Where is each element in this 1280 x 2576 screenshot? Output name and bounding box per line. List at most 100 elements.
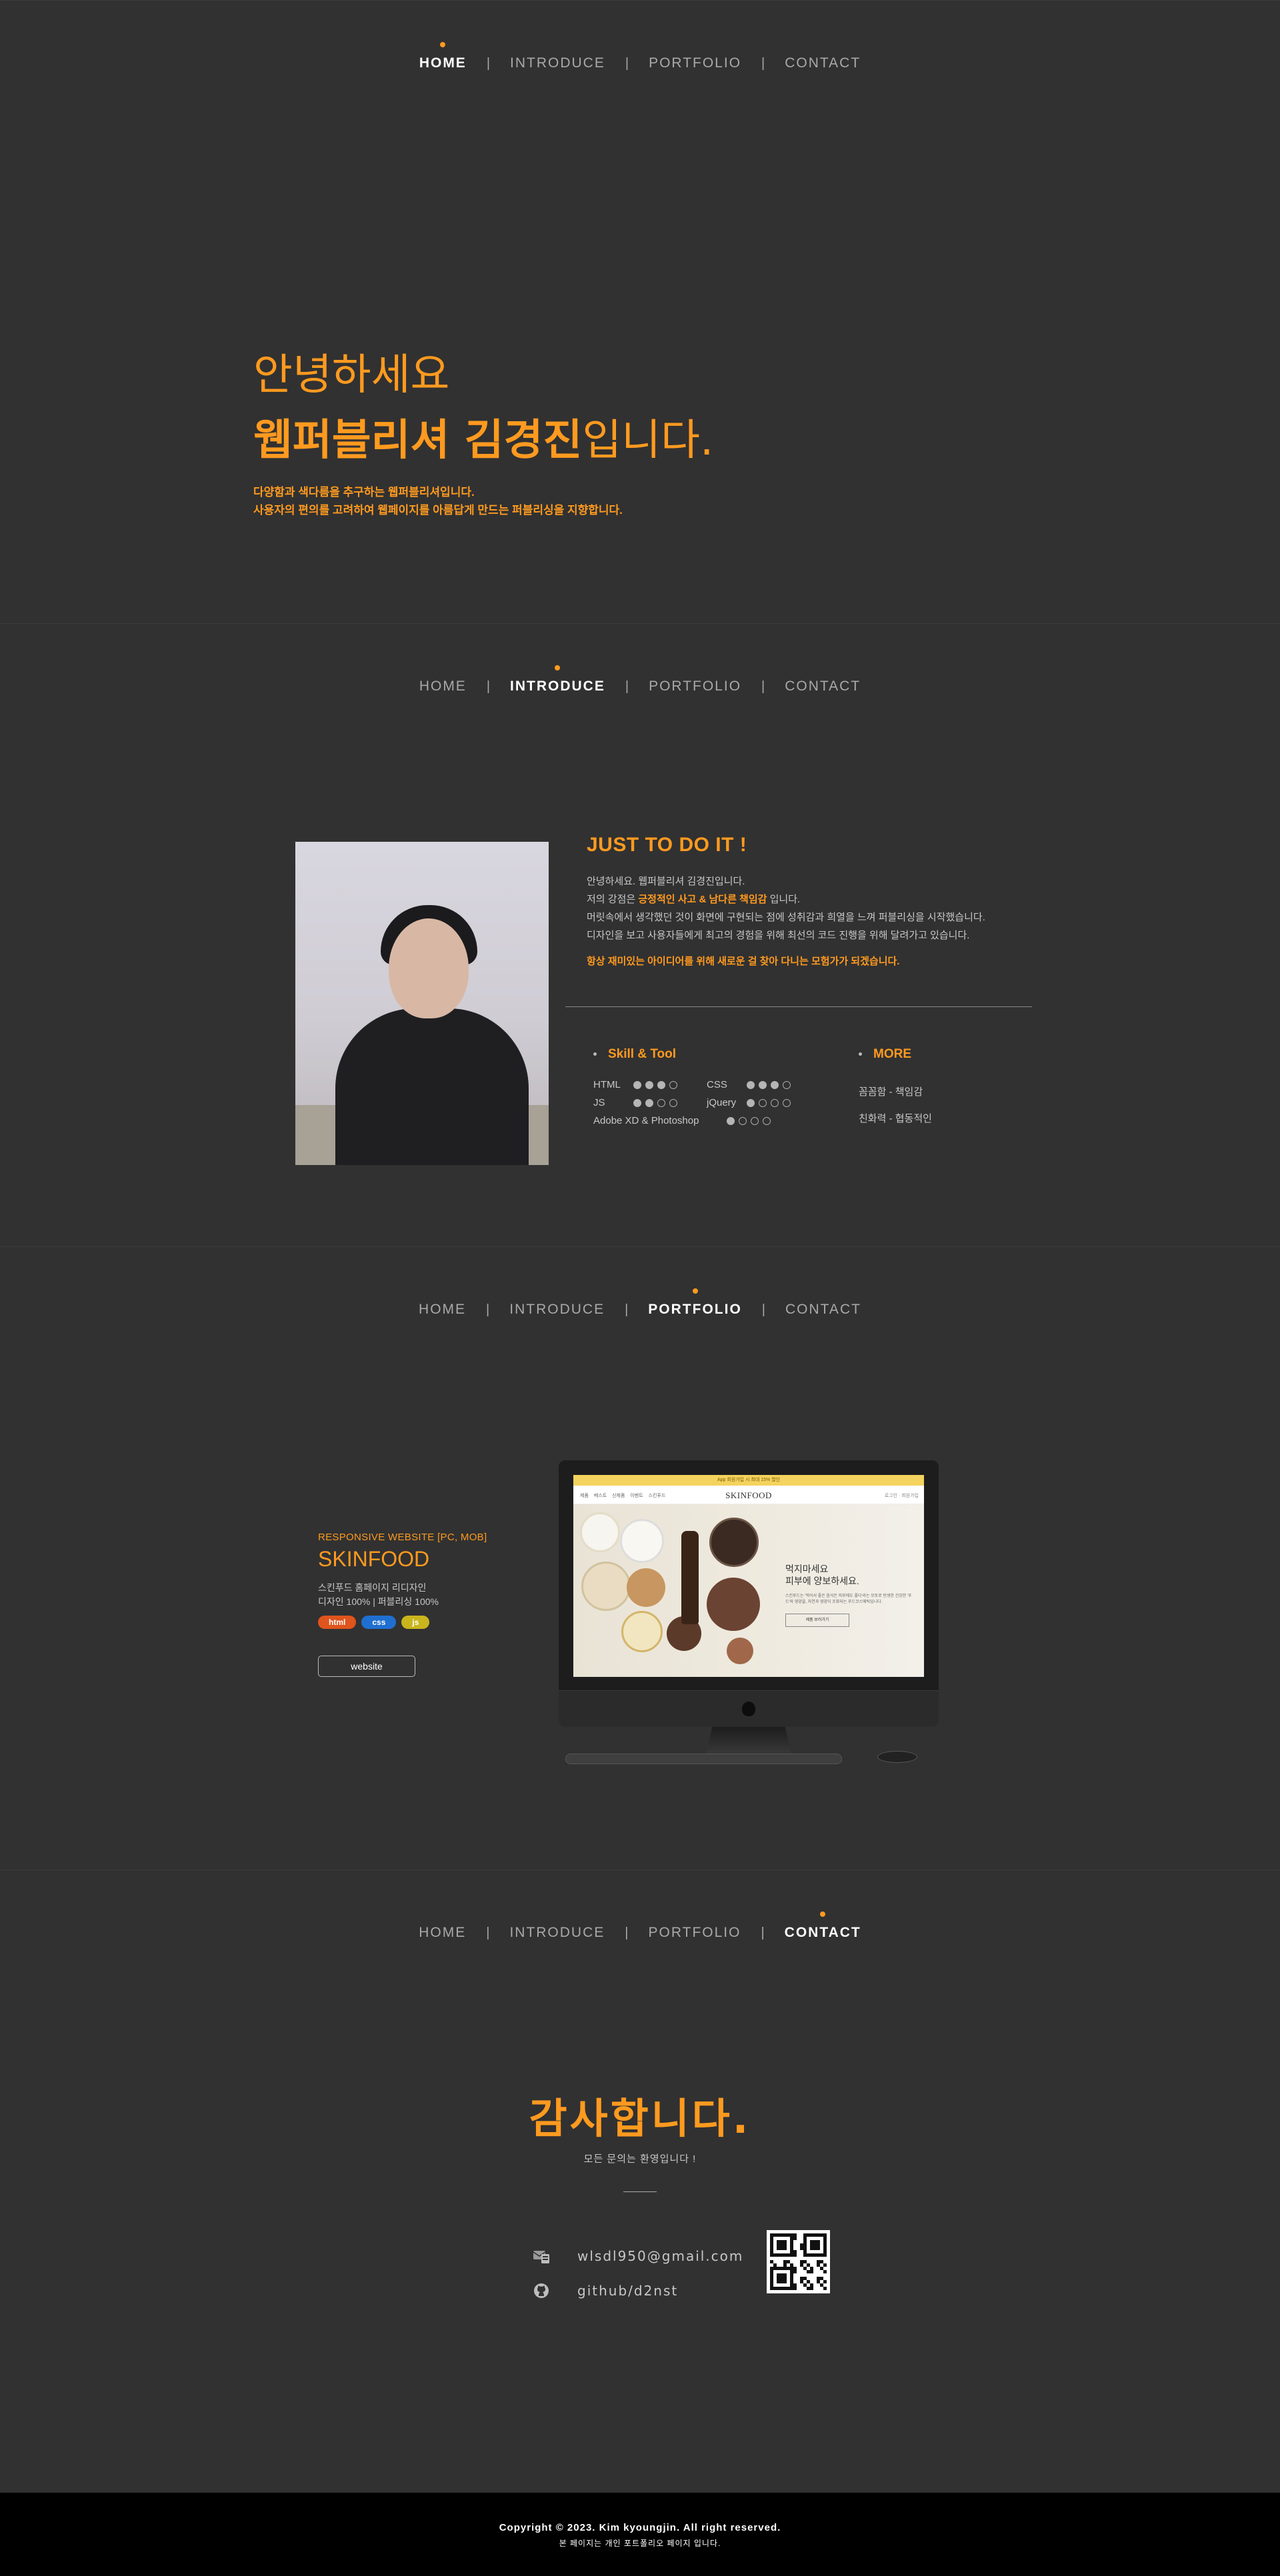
more-list: 꼼꼼함 - 책임감 친화력 - 협동적인 <box>859 1079 1025 1132</box>
skill-item: HTML <box>593 1079 707 1090</box>
portfolio-section: HOME | INTRODUCE | PORTFOLIO | CONTACT RESP… <box>0 1246 1280 1870</box>
preview-logo: SKINFOOD <box>725 1490 772 1500</box>
copyright-text: Copyright © 2023. Kim kyoungjin. All rig… <box>499 2522 781 2533</box>
contact-section: HOME | INTRODUCE | PORTFOLIO | CONTACT 감사합니… <box>0 1870 1280 2493</box>
skill-level <box>633 1080 677 1089</box>
skill-dot <box>783 1098 791 1107</box>
hero-desc-line2: 사용자의 편의를 고려하여 웹페이지를 아름답게 만드는 퍼블리싱을 지향합니다… <box>253 504 623 517</box>
hero-description: 다양함과 색다름을 추구하는 웹퍼블리셔입니다. 사용자의 편의를 고려하여 웹… <box>253 483 713 519</box>
nav-contact[interactable]: CONTACT <box>765 55 881 71</box>
nav-home[interactable]: HOME <box>399 42 487 71</box>
nav-introduce[interactable]: INTRODUCE <box>489 1925 625 1941</box>
skill-level <box>747 1098 791 1107</box>
contact-email[interactable]: wlsdl950@gmail.com <box>532 2239 743 2273</box>
hero-title: 웹퍼블리셔 김경진입니다. <box>253 406 713 467</box>
imac-stand <box>705 1727 792 1757</box>
nav-portfolio[interactable]: PORTFOLIO <box>629 678 761 694</box>
preview-topbar: App 회원가입 시 최대 15% 할인 <box>573 1475 924 1486</box>
preview-util: 로그인 · 회원가입 <box>884 1494 919 1498</box>
skills-block: Skill & Tool HTML CSS JS jQuery Adobe XD & P… <box>593 1047 873 1126</box>
skill-dot <box>657 1098 665 1107</box>
skill-dot <box>751 1116 759 1125</box>
skills-title: Skill & Tool <box>593 1047 873 1062</box>
skill-level <box>633 1098 677 1107</box>
main-nav: HOME | INTRODUCE | PORTFOLIO | CONTACT <box>0 1288 1280 1318</box>
github-icon <box>532 2281 551 2300</box>
thanks-subtitle: 모든 문의는 환영입니다 ! <box>583 2153 697 2165</box>
footer-notice: 본 페이지는 개인 포트폴리오 페이지 입니다. <box>559 2539 721 2548</box>
skill-dot <box>633 1080 641 1089</box>
thanks-title: 감사합니다. <box>529 2094 751 2143</box>
nav-introduce[interactable]: INTRODUCE <box>489 1302 625 1318</box>
tech-tags: html css js <box>318 1616 531 1629</box>
skill-name: jQuery <box>707 1097 737 1108</box>
skill-name: Adobe XD & Photoshop <box>593 1115 699 1126</box>
skill-level <box>727 1116 771 1125</box>
intro-text: JUST TO DO IT ! 안녕하세요. 웹퍼블리셔 김경진입니다. 저의 … <box>587 834 1040 970</box>
more-title: MORE <box>859 1047 1025 1062</box>
nav-portfolio[interactable]: PORTFOLIO <box>628 1288 762 1318</box>
nav-portfolio[interactable]: PORTFOLIO <box>629 55 761 71</box>
skill-dot <box>645 1098 653 1107</box>
profile-photo <box>295 842 549 1165</box>
skills-list: HTML CSS JS jQuery Adobe XD & Photoshop <box>593 1079 873 1126</box>
nav-home[interactable]: HOME <box>399 1925 486 1941</box>
skill-item: CSS <box>707 1079 820 1090</box>
nav-home[interactable]: HOME <box>399 1302 486 1318</box>
main-nav: HOME | INTRODUCE | PORTFOLIO | CONTACT <box>0 1912 1280 1941</box>
skill-dot <box>669 1098 677 1107</box>
project-type: RESPONSIVE WEBSITE [PC, MOB] <box>318 1532 487 1543</box>
skill-name: JS <box>593 1097 605 1108</box>
nav-contact[interactable]: CONTACT <box>765 678 881 694</box>
nav-home[interactable]: HOME <box>399 678 487 694</box>
nav-contact[interactable]: CONTACT <box>765 1912 881 1941</box>
imac-mockup: App 회원가입 시 최대 15% 할인 제품 베스트 신제품 이벤트 스킨푸드… <box>559 1460 939 1764</box>
github-text[interactable]: github/d2nst <box>577 2283 678 2299</box>
skill-dot <box>763 1116 771 1125</box>
preview-banner-button: 제품 보러가기 <box>785 1614 849 1627</box>
intro-line: 머릿속에서 생각했던 것이 화면에 구현되는 점에 성취감과 희열을 느껴 퍼블… <box>587 912 985 923</box>
skill-name: HTML <box>593 1079 621 1090</box>
more-item: 꼼꼼함 - 책임감 <box>859 1086 923 1098</box>
skill-dot <box>633 1098 641 1107</box>
hero: 안녕하세요 웹퍼블리셔 김경진입니다. 다양함과 색다름을 추구하는 웹퍼블리셔… <box>253 341 713 519</box>
email-text[interactable]: wlsdl950@gmail.com <box>577 2248 743 2264</box>
nav-introduce[interactable]: INTRODUCE <box>490 665 625 694</box>
site-preview[interactable]: App 회원가입 시 최대 15% 할인 제품 베스트 신제품 이벤트 스킨푸드… <box>573 1475 924 1677</box>
project-description: 스킨푸드 홈페이지 리디자인 디자인 100% | 퍼블리싱 100% <box>318 1582 439 1607</box>
main-nav: HOME | INTRODUCE | PORTFOLIO | CONTACT <box>0 665 1280 694</box>
main-nav: HOME | INTRODUCE | PORTFOLIO | CONTACT <box>0 42 1280 71</box>
intro-note: 항상 재미있는 아이디어를 위해 새로운 걸 찾아 다니는 모험가가 되겠습니다… <box>587 956 900 967</box>
contact-list: wlsdl950@gmail.com github/d2nst <box>532 2239 743 2308</box>
divider <box>565 1006 1032 1007</box>
divider <box>623 2191 657 2192</box>
intro-line: 안녕하세요. 웹퍼블리셔 김경진입니다. <box>587 876 745 887</box>
nav-introduce[interactable]: INTRODUCE <box>490 55 625 71</box>
intro-heading: JUST TO DO IT ! <box>587 834 747 856</box>
intro-line: 저의 강점은 긍정적인 사고 & 남다른 책임감 입니다. <box>587 894 801 905</box>
skill-item: jQuery <box>707 1097 820 1108</box>
skill-dot <box>759 1098 767 1107</box>
project-title: SKINFOOD <box>318 1547 430 1571</box>
skill-item: JS <box>593 1097 707 1108</box>
intro-line: 디자인을 보고 사용자들에게 최고의 경험을 위해 최선의 코드 진행을 위해 … <box>587 930 970 941</box>
website-button[interactable]: website <box>318 1656 415 1677</box>
nav-contact[interactable]: CONTACT <box>765 1302 881 1318</box>
more-block: MORE 꼼꼼함 - 책임감 친화력 - 협동적인 <box>859 1047 1025 1132</box>
skill-dot <box>747 1080 755 1089</box>
preview-banner: 먹지마세요 피부에 양보하세요. 스킨푸드는 '먹어서 좋은 음식은 피부에도 … <box>573 1504 924 1677</box>
thanks-block: 감사합니다. 모든 문의는 환영입니다 ! <box>0 2085 1280 2165</box>
qr-code[interactable] <box>767 2230 830 2293</box>
tag-css: css <box>361 1616 397 1629</box>
introduce-section: HOME | INTRODUCE | PORTFOLIO | CONTACT JUST… <box>0 623 1280 1246</box>
mail-icon <box>532 2247 551 2265</box>
tag-html: html <box>318 1616 357 1629</box>
contact-github[interactable]: github/d2nst <box>532 2273 743 2308</box>
more-item: 친화력 - 협동적인 <box>859 1113 932 1124</box>
skill-dot <box>739 1116 747 1125</box>
skill-dot <box>645 1080 653 1089</box>
skill-dot <box>759 1080 767 1089</box>
nav-portfolio[interactable]: PORTFOLIO <box>628 1925 761 1941</box>
skill-dot <box>747 1098 755 1107</box>
skill-dot <box>727 1116 735 1125</box>
